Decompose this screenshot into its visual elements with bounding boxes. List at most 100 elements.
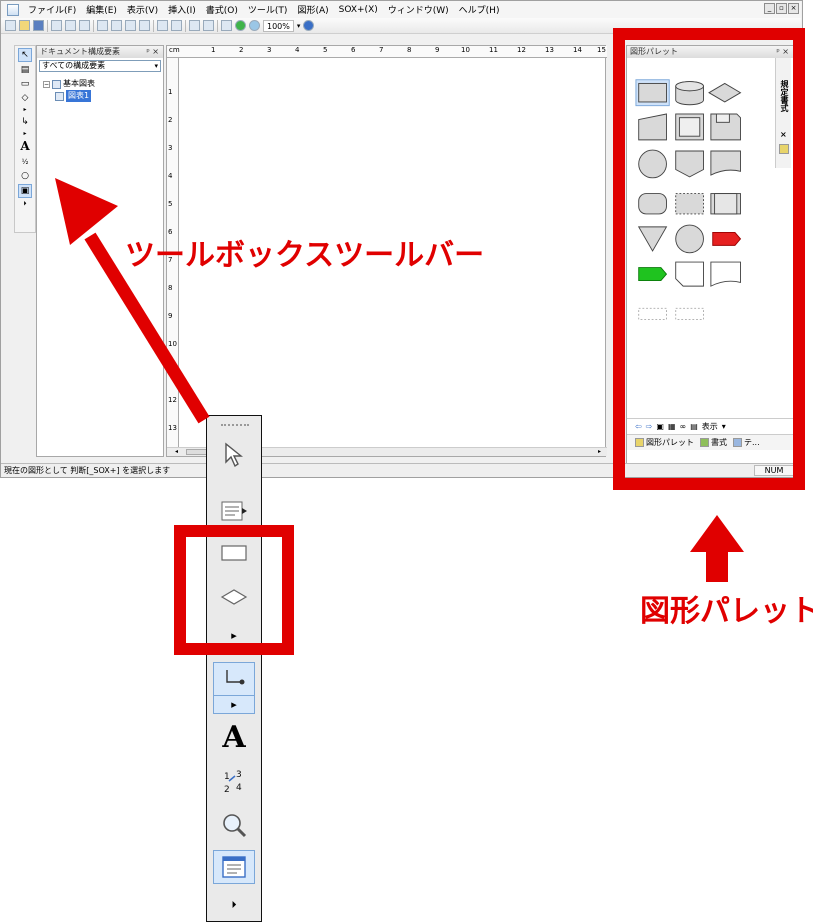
ruler-tick: 9 bbox=[168, 312, 173, 320]
toolbar-overflow[interactable]: ⏵ bbox=[213, 896, 255, 914]
collapse-icon[interactable]: − bbox=[43, 80, 50, 88]
ruler-tick: 15 bbox=[597, 46, 606, 54]
scroll-left-icon[interactable]: ◂ bbox=[175, 448, 178, 455]
menu-tools[interactable]: ツール(T) bbox=[243, 3, 293, 16]
menu-edit[interactable]: 編集(E) bbox=[81, 3, 122, 16]
highlight-box-toolbox bbox=[174, 525, 294, 655]
tree-node-diagram1[interactable]: 図表1 bbox=[43, 90, 163, 102]
pen-icon[interactable] bbox=[203, 20, 214, 31]
help-icon[interactable] bbox=[303, 20, 315, 31]
ruler-tick: 12 bbox=[168, 396, 177, 404]
ruler-tick: 11 bbox=[489, 46, 498, 54]
open-folder-icon[interactable] bbox=[19, 20, 30, 31]
zoom-in-icon[interactable] bbox=[235, 20, 246, 31]
ruler-tick: 5 bbox=[323, 46, 328, 54]
scroll-thumb[interactable] bbox=[185, 448, 208, 455]
menu-shape[interactable]: 図形(A) bbox=[292, 3, 333, 16]
highlight-box-palette bbox=[613, 28, 805, 490]
ruler-tick: 3 bbox=[267, 46, 272, 54]
ruler-tick: 3 bbox=[168, 144, 173, 152]
toolbar-grip[interactable] bbox=[221, 424, 249, 428]
ruler-tick: 4 bbox=[168, 172, 173, 180]
cut-icon[interactable] bbox=[97, 20, 108, 31]
tree-node-label: 基本図表 bbox=[63, 79, 95, 88]
diamond-tool-icon[interactable]: ◇ bbox=[18, 92, 32, 104]
overflow-icon: ⏵ bbox=[231, 899, 237, 911]
filter-combobox[interactable]: すべての構成要素 ▾ bbox=[39, 60, 161, 72]
copy-icon[interactable] bbox=[111, 20, 122, 31]
ruler-tick: 13 bbox=[168, 424, 177, 432]
ruler-tick: 9 bbox=[435, 46, 440, 54]
overflow-icon[interactable]: ⏵ bbox=[18, 198, 32, 210]
numbering-tool[interactable]: 1 2 3 4 bbox=[213, 764, 255, 798]
menu-insert[interactable]: 挿入(I) bbox=[163, 3, 201, 16]
zoom-select[interactable]: 100% bbox=[263, 19, 294, 32]
ruler-tick: 10 bbox=[168, 340, 177, 348]
paste-icon[interactable] bbox=[125, 20, 136, 31]
ruler-tick: 6 bbox=[351, 46, 356, 54]
chart-icon[interactable] bbox=[221, 20, 232, 31]
structure-tree: − 基本図表 図表1 bbox=[37, 74, 163, 102]
save-icon[interactable] bbox=[33, 20, 44, 31]
zoom-out-icon[interactable] bbox=[249, 20, 260, 31]
ruler-tick: 4 bbox=[295, 46, 300, 54]
print-icon[interactable] bbox=[51, 20, 62, 31]
connector-tool[interactable] bbox=[213, 662, 255, 696]
toolbar-separator bbox=[93, 19, 94, 32]
toolbar-separator bbox=[153, 19, 154, 32]
zoom-tool[interactable] bbox=[213, 808, 255, 842]
diagram-icon bbox=[55, 91, 64, 101]
expand-arrow-icon[interactable]: ▸ bbox=[18, 104, 32, 116]
connector-flyout-arrow[interactable]: ▸ bbox=[213, 696, 255, 714]
shapes-icon[interactable] bbox=[189, 20, 200, 31]
menu-view[interactable]: 表示(V) bbox=[122, 3, 163, 16]
undo-icon[interactable] bbox=[157, 20, 168, 31]
ruler-tick: 8 bbox=[407, 46, 412, 54]
menu-window[interactable]: ウィンドウ(W) bbox=[383, 3, 454, 16]
toolbar-separator bbox=[47, 19, 48, 32]
numbering-tool-icon[interactable]: ½ bbox=[18, 156, 32, 168]
comment-tool[interactable] bbox=[213, 850, 255, 884]
pointer-tool[interactable] bbox=[213, 438, 255, 472]
ruler-tick: 2 bbox=[239, 46, 244, 54]
menu-soxplus[interactable]: SOX+(X) bbox=[334, 5, 383, 15]
filter-value: すべての構成要素 bbox=[42, 61, 106, 70]
connector-tool-icon[interactable]: ↳ bbox=[18, 116, 32, 128]
pointer-tool-icon[interactable]: ↖ bbox=[18, 48, 32, 62]
pointer-icon bbox=[225, 442, 243, 468]
menu-help[interactable]: ヘルプ(H) bbox=[454, 3, 505, 16]
close-button[interactable]: × bbox=[788, 3, 799, 14]
tree-node-basic-diagram[interactable]: − 基本図表 bbox=[43, 78, 163, 90]
ruler-tick: 5 bbox=[168, 200, 173, 208]
minimize-button[interactable]: _ bbox=[764, 3, 775, 14]
comment-tool-icon[interactable]: ▣ bbox=[18, 184, 32, 198]
ruler-tick: 12 bbox=[517, 46, 526, 54]
panel-title: ドキュメント構成要素 bbox=[40, 47, 120, 56]
format-painter-icon[interactable] bbox=[139, 20, 150, 31]
arrow-head-to-palette bbox=[690, 515, 744, 552]
restore-button[interactable]: ▫ bbox=[776, 3, 787, 14]
print-preview-icon[interactable] bbox=[65, 20, 76, 31]
toolbox-toolbar-small: ↖ ▤ ▭ ◇ ▸ ↳ ▸ A ½ ○ ▣ ⏵ bbox=[14, 45, 36, 233]
diagram-icon bbox=[52, 79, 61, 89]
scroll-right-icon[interactable]: ▸ bbox=[598, 448, 601, 455]
chevron-down-icon[interactable]: ▾ bbox=[154, 61, 158, 71]
comment-frame-icon bbox=[222, 856, 246, 878]
menu-file[interactable]: ファイル(F) bbox=[23, 3, 81, 16]
new-doc-icon[interactable] bbox=[5, 20, 16, 31]
text-tool-icon[interactable]: A bbox=[18, 140, 32, 152]
panel-pin-close[interactable]: ᵖ × bbox=[146, 46, 159, 58]
spellcheck-icon[interactable] bbox=[79, 20, 90, 31]
ruler-tick: 7 bbox=[379, 46, 384, 54]
expand-arrow-icon: ▸ bbox=[231, 698, 237, 711]
chevron-down-icon[interactable]: ▾ bbox=[297, 22, 301, 30]
connector-icon bbox=[226, 670, 245, 685]
zoom-tool-icon[interactable]: ○ bbox=[18, 170, 32, 182]
app-icon[interactable] bbox=[7, 3, 19, 16]
rectangle-tool-icon[interactable]: ▭ bbox=[18, 78, 32, 90]
text-frame-tool[interactable] bbox=[213, 494, 255, 528]
redo-icon[interactable] bbox=[171, 20, 182, 31]
menu-format[interactable]: 書式(O) bbox=[201, 3, 243, 16]
text-frame-tool-icon[interactable]: ▤ bbox=[18, 64, 32, 76]
text-tool[interactable]: A bbox=[213, 720, 255, 755]
